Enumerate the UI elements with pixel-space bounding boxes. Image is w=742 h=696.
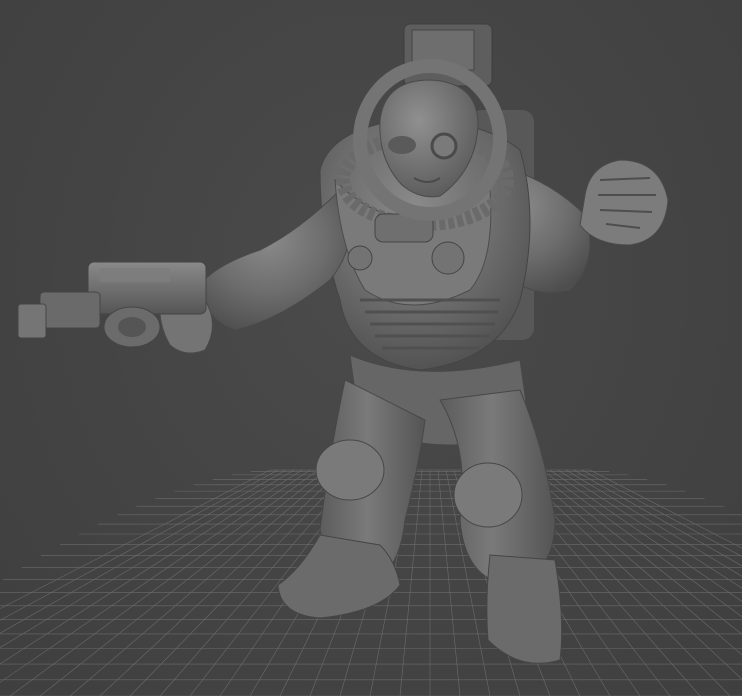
chest-gauge-left <box>347 245 373 271</box>
grid-line <box>581 469 742 557</box>
grid-line <box>0 469 311 683</box>
right-fist <box>579 159 669 246</box>
grid-line <box>565 469 742 577</box>
grid-line <box>541 469 742 618</box>
grid-line <box>589 469 742 549</box>
grid-line <box>549 469 742 602</box>
chest-gauge-right <box>431 241 465 275</box>
eye-lens <box>430 132 458 160</box>
3d-viewport[interactable] <box>0 0 742 696</box>
grid-line <box>9 469 319 696</box>
grid-line <box>0 469 303 665</box>
left-arm <box>199 189 352 331</box>
grid-line <box>0 469 295 649</box>
grid-line <box>557 469 742 589</box>
grid-line <box>0 469 271 610</box>
alien-eye-left <box>388 136 416 154</box>
right-knee-pad <box>453 462 523 528</box>
grid-line <box>0 469 279 621</box>
left-knee-pad <box>315 439 385 501</box>
right-boot <box>486 554 563 664</box>
viewport-canvas[interactable] <box>0 0 742 696</box>
